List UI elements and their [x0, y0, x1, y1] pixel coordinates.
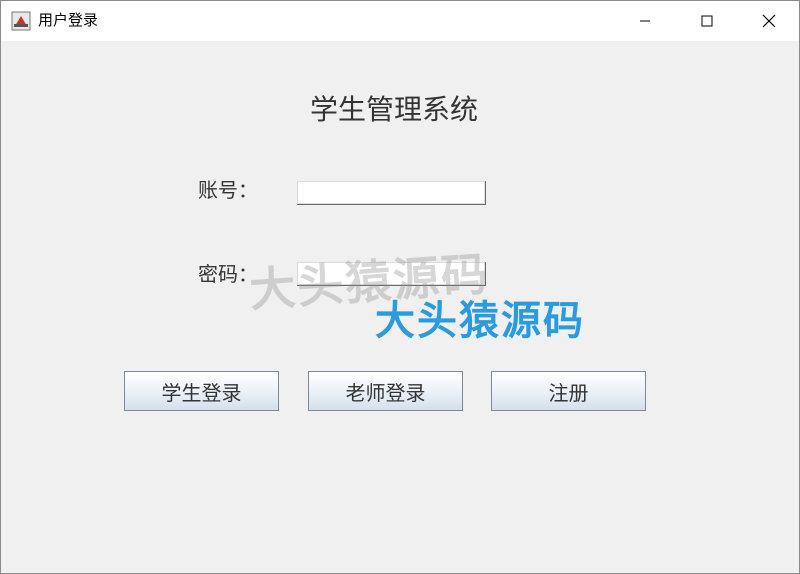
minimize-button[interactable]	[622, 1, 668, 41]
login-panel: 学生管理系统 账号： 密码： 学生登录 老师登录 注册 大头猿源码 大头猿源码	[1, 41, 799, 573]
page-title: 学生管理系统	[309, 93, 478, 126]
close-button[interactable]	[746, 1, 792, 41]
watermark-blue: 大头猿源码	[375, 298, 585, 344]
password-label: 密码：	[198, 262, 258, 286]
close-icon	[762, 14, 776, 28]
register-button[interactable]: 注册	[491, 371, 646, 411]
account-input[interactable]	[297, 181, 486, 205]
maximize-button[interactable]	[684, 1, 730, 41]
maximize-icon	[701, 15, 713, 27]
account-label: 账号：	[198, 178, 258, 202]
minimize-icon	[640, 20, 650, 22]
java-app-icon	[11, 11, 31, 31]
login-window: 用户登录 学生管理系统 账号： 密码： 学生登录 老师登录 注册 大头猿源码 大…	[0, 0, 800, 574]
student-login-button[interactable]: 学生登录	[124, 371, 279, 411]
password-input[interactable]	[297, 262, 486, 286]
teacher-login-button[interactable]: 老师登录	[308, 371, 463, 411]
title-bar: 用户登录	[1, 1, 799, 41]
window-title: 用户登录	[38, 11, 99, 29]
